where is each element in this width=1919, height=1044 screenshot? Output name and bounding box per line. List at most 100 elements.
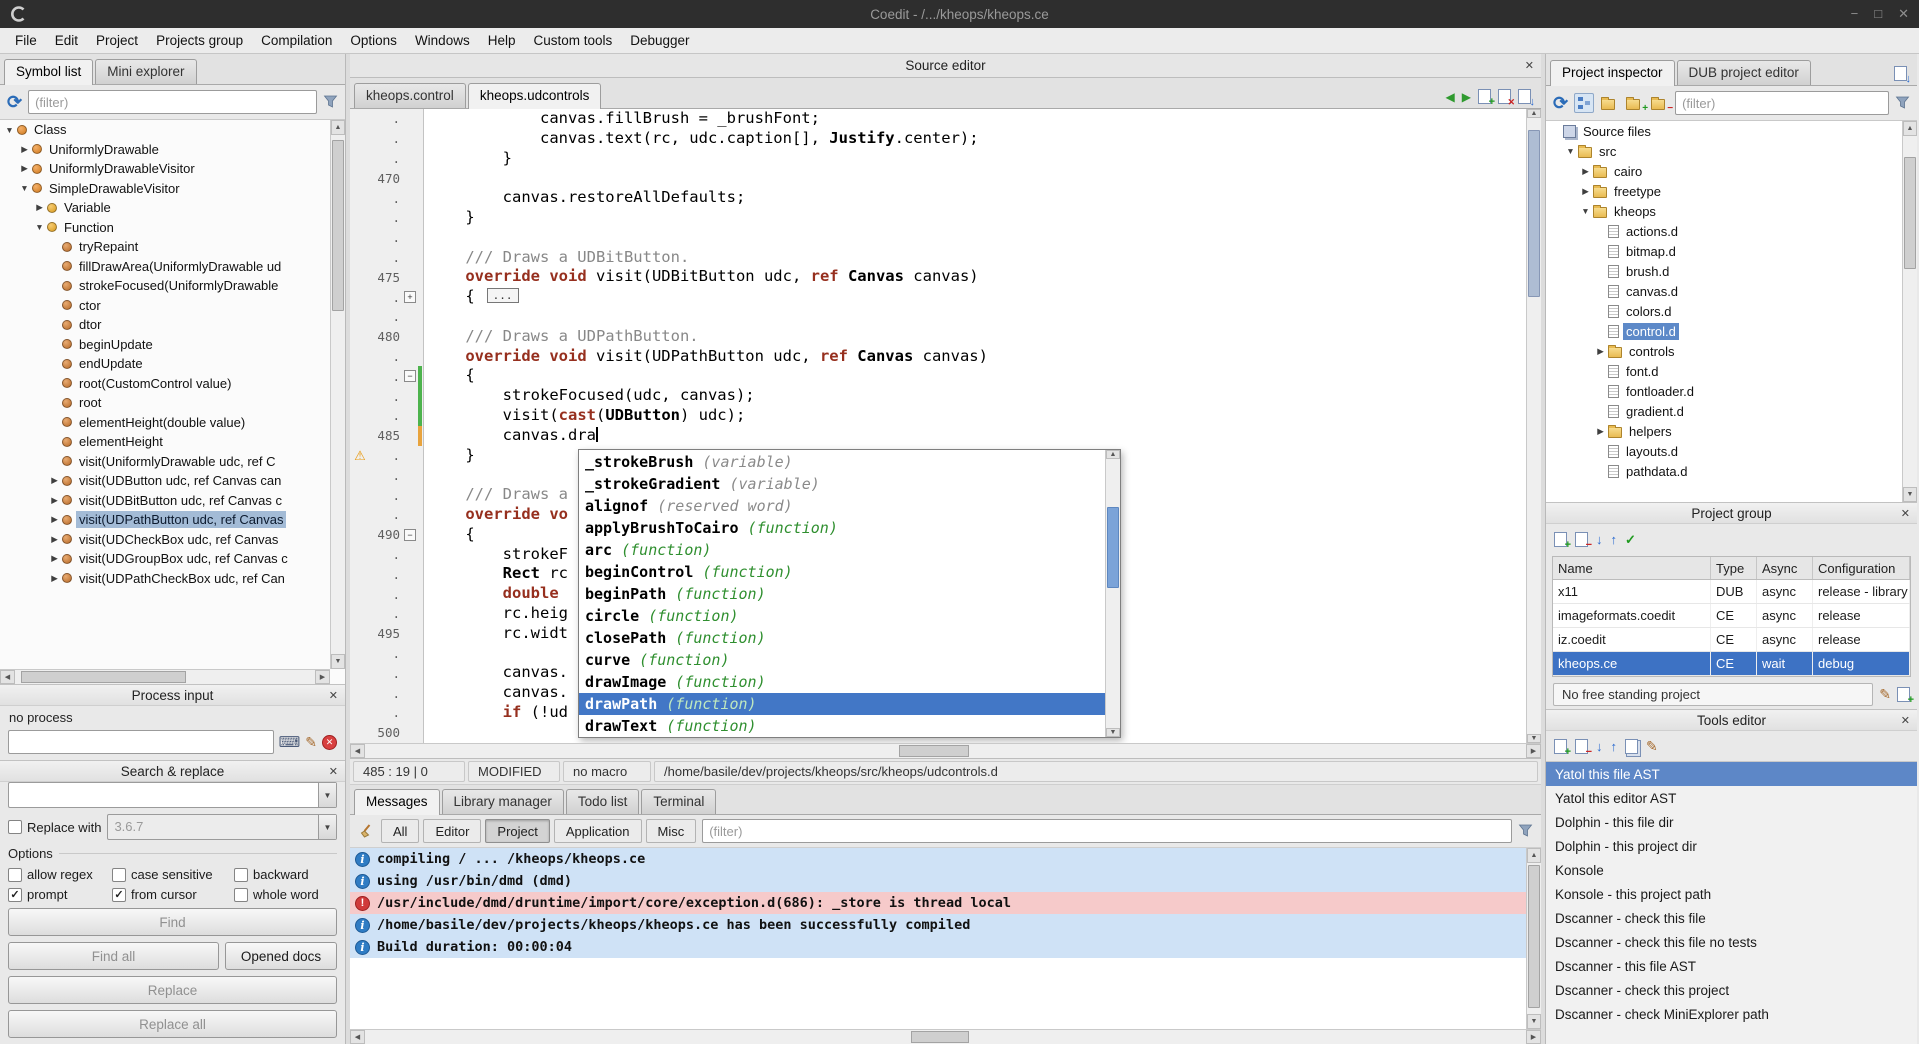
send-input-icon[interactable]: ⌨ xyxy=(279,735,301,750)
menu-custom-tools[interactable]: Custom tools xyxy=(524,30,621,51)
edit-tool-icon[interactable]: ✎ xyxy=(1646,739,1658,753)
code-line[interactable]: /// Draws a UDBitButton. xyxy=(428,248,1541,268)
menu-windows[interactable]: Windows xyxy=(406,30,479,51)
expand-arrow-icon[interactable]: ▶ xyxy=(1579,186,1592,197)
completion-scrollbar[interactable]: ▲ ▼ xyxy=(1105,450,1120,737)
minimize-icon[interactable]: − xyxy=(1851,6,1859,22)
project-tree-item[interactable]: ▼kheops xyxy=(1546,201,1902,221)
filter-editor-button[interactable]: Editor xyxy=(423,819,481,843)
menu-file[interactable]: File xyxy=(6,30,46,51)
remove-folder-icon[interactable] xyxy=(1650,97,1669,110)
tool-item[interactable]: Yatol this file AST xyxy=(1546,762,1917,786)
symbol-tree-item[interactable]: ▶Variable xyxy=(0,198,330,218)
edit-icon[interactable]: ✎ xyxy=(1879,687,1891,701)
symbol-tree-item[interactable]: ▶UniformlyDrawableVisitor xyxy=(0,159,330,179)
expand-arrow-icon[interactable]: ▶ xyxy=(18,163,31,174)
pin-input-icon[interactable]: ✎ xyxy=(305,735,317,749)
menu-options[interactable]: Options xyxy=(341,30,406,51)
move-project-up-icon[interactable]: ↑ xyxy=(1611,533,1618,546)
symbol-tree-vscrollbar[interactable]: ▲ ▼ xyxy=(330,120,345,669)
symbol-tree-item[interactable]: ▶UniformlyDrawable xyxy=(0,140,330,160)
project-tree-item[interactable]: ▶cairo xyxy=(1546,161,1902,181)
chevron-down-icon[interactable]: ▼ xyxy=(318,783,336,807)
close-icon[interactable]: ✕ xyxy=(1898,6,1909,22)
scroll-down-button[interactable]: ▼ xyxy=(331,654,345,669)
message-row[interactable]: i/home/basile/dev/projects/kheops/kheops… xyxy=(350,914,1526,936)
clone-tool-icon[interactable] xyxy=(1625,739,1638,754)
scroll-track[interactable] xyxy=(331,135,345,654)
completion-item[interactable]: alignof (reserved word) xyxy=(579,495,1105,517)
close-icon[interactable]: ✕ xyxy=(1901,714,1910,727)
completion-item[interactable]: circle (function) xyxy=(579,605,1105,627)
completion-item[interactable]: _strokeGradient (variable) xyxy=(579,473,1105,495)
scroll-track[interactable] xyxy=(365,744,1526,758)
expand-arrow-icon[interactable]: ▶ xyxy=(48,553,61,564)
message-filter-input[interactable] xyxy=(702,819,1512,843)
scroll-thumb[interactable] xyxy=(899,745,969,757)
scroll-right-button[interactable]: ▶ xyxy=(1526,744,1541,758)
project-filter-input[interactable] xyxy=(1675,91,1889,115)
tool-item[interactable]: Yatol this editor AST xyxy=(1546,786,1917,810)
scroll-left-button[interactable]: ◀ xyxy=(350,744,365,758)
code-line[interactable]: /// Draws a UDPathButton. xyxy=(428,327,1541,347)
completion-item[interactable]: applyBrushToCairo (function) xyxy=(579,517,1105,539)
scroll-thumb[interactable] xyxy=(1528,865,1540,1008)
new-free-project-icon[interactable] xyxy=(1897,687,1910,702)
project-tree-item[interactable]: font.d xyxy=(1546,361,1902,381)
project-tree-item[interactable]: ▼src xyxy=(1546,141,1902,161)
tool-item[interactable]: Dscanner - check this project xyxy=(1546,978,1917,1002)
search-term-combo[interactable]: ▼ xyxy=(8,782,337,808)
refresh-icon[interactable]: ⟳ xyxy=(7,95,22,109)
checkbox-case-sensitive[interactable]: case sensitive xyxy=(112,867,234,882)
checkbox-allow-regex[interactable]: allow regex xyxy=(8,867,112,882)
messages-vscrollbar[interactable]: ▲ ▼ xyxy=(1526,848,1541,1029)
find-button[interactable]: Find xyxy=(8,908,337,936)
scroll-right-button[interactable]: ▶ xyxy=(1526,1030,1541,1044)
completion-item[interactable]: arc (function) xyxy=(579,539,1105,561)
project-tree-item[interactable]: ▶freetype xyxy=(1546,181,1902,201)
code-line[interactable] xyxy=(428,168,1541,188)
code-line[interactable] xyxy=(428,228,1541,248)
message-row[interactable]: icompiling / ... /kheops/kheops.ce xyxy=(350,848,1526,870)
fold-toggle-icon[interactable]: − xyxy=(404,370,416,382)
scroll-down-button[interactable]: ▼ xyxy=(1527,1014,1541,1029)
column-header-type[interactable]: Type xyxy=(1711,557,1757,579)
code-line[interactable]: canvas.dra xyxy=(428,426,1541,446)
expand-arrow-icon[interactable]: ▼ xyxy=(1564,146,1577,156)
tool-item[interactable]: Konsole - this project path xyxy=(1546,882,1917,906)
tab-todo-list[interactable]: Todo list xyxy=(566,789,640,814)
scroll-track[interactable] xyxy=(1903,136,1917,487)
completion-item[interactable]: beginControl (function) xyxy=(579,561,1105,583)
expand-arrow-icon[interactable]: ▶ xyxy=(18,144,31,155)
code-editor[interactable]: ...470....475.+.480..−..485⚠....490−....… xyxy=(350,109,1541,743)
tool-item[interactable]: Konsole xyxy=(1546,858,1917,882)
symbol-tree-item[interactable]: strokeFocused(UniformlyDrawable xyxy=(0,276,330,296)
expand-arrow-icon[interactable]: ▶ xyxy=(1594,346,1607,357)
project-tree-vscrollbar[interactable]: ▲ ▼ xyxy=(1902,121,1917,502)
scroll-track[interactable] xyxy=(1527,863,1541,1014)
close-icon[interactable]: ✕ xyxy=(329,689,338,702)
expand-arrow-icon[interactable]: ▶ xyxy=(1594,426,1607,437)
clear-messages-broom-icon[interactable] xyxy=(358,823,375,839)
completion-item[interactable]: curve (function) xyxy=(579,649,1105,671)
completion-item[interactable]: beginPath (function) xyxy=(579,583,1105,605)
folded-block-box[interactable]: ... xyxy=(487,288,519,303)
project-tree-item[interactable]: ▶helpers xyxy=(1546,421,1902,441)
project-tree-item[interactable]: Source files xyxy=(1546,121,1902,141)
tab-mini-explorer[interactable]: Mini explorer xyxy=(95,59,196,84)
message-row[interactable]: iusing /usr/bin/dmd (dmd) xyxy=(350,870,1526,892)
completion-item[interactable]: closePath (function) xyxy=(579,627,1105,649)
editor-vscrollbar[interactable]: ▲ ▼ xyxy=(1526,109,1541,743)
column-header-async[interactable]: Async xyxy=(1757,557,1813,579)
checkbox-backward[interactable]: backward xyxy=(234,867,337,882)
project-tree-item[interactable]: bitmap.d xyxy=(1546,241,1902,261)
project-tree-item[interactable]: ▶controls xyxy=(1546,341,1902,361)
expand-arrow-icon[interactable]: ▼ xyxy=(33,222,46,232)
completion-item[interactable]: _strokeBrush (variable) xyxy=(579,451,1105,473)
document-list-icon[interactable] xyxy=(1518,89,1531,104)
scroll-track[interactable] xyxy=(365,1030,1526,1044)
process-input[interactable] xyxy=(8,730,274,754)
replace-with-checkbox[interactable]: Replace with xyxy=(8,820,101,835)
completion-item[interactable]: drawPath (function) xyxy=(579,693,1105,715)
symbol-tree-item[interactable]: tryRepaint xyxy=(0,237,330,257)
